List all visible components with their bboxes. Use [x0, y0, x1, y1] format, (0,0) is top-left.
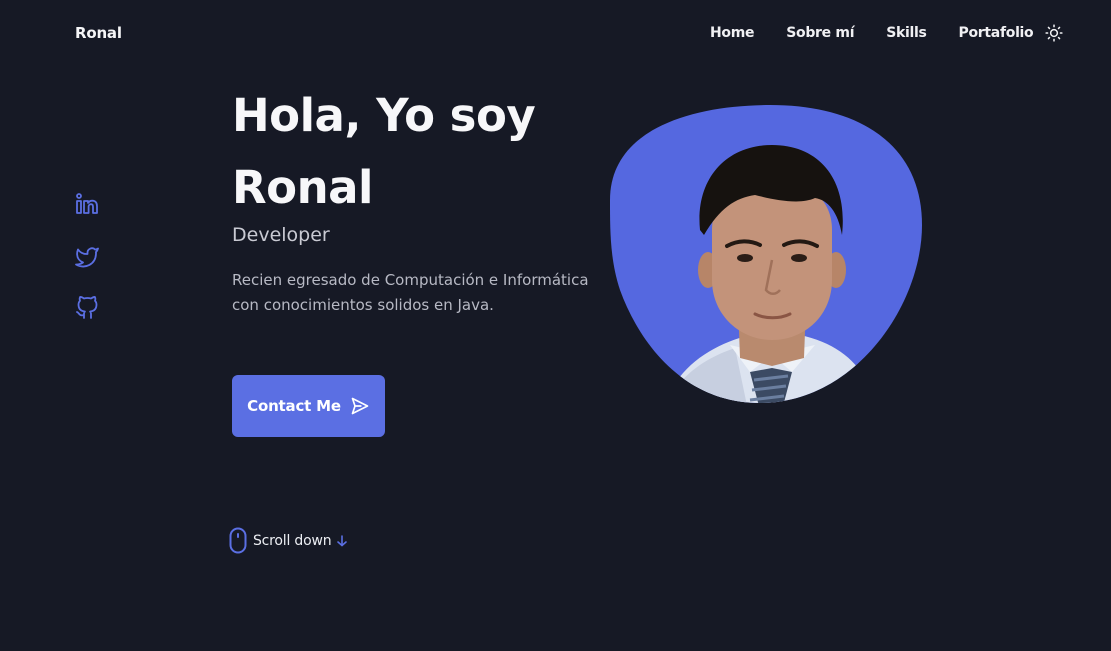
- nav-sobre-mi[interactable]: Sobre mí: [786, 25, 854, 41]
- github-link[interactable]: [75, 296, 99, 320]
- twitter-icon: [75, 247, 99, 268]
- hero-subtitle: Developer: [232, 224, 330, 246]
- site-logo[interactable]: Ronal: [75, 24, 122, 42]
- contact-me-button[interactable]: Contact Me: [232, 375, 385, 437]
- page: Ronal Home Sobre mí Skills Portafolio Ho…: [0, 0, 1111, 651]
- nav-home[interactable]: Home: [710, 25, 755, 41]
- hero-description: Recien egresado de Computación e Informá…: [232, 271, 589, 314]
- nav-portafolio[interactable]: Portafolio: [959, 25, 1034, 41]
- profile-photo: [610, 105, 922, 403]
- linkedin-link[interactable]: [75, 192, 99, 216]
- hero-title-line1: Hola, Yo soy: [232, 89, 536, 142]
- linkedin-icon: [76, 193, 98, 214]
- profile-image: [600, 100, 930, 410]
- mouse-icon: [229, 527, 247, 554]
- social-links: [75, 192, 101, 348]
- twitter-link[interactable]: [75, 244, 99, 268]
- github-icon: [76, 296, 98, 319]
- send-icon: [351, 397, 369, 415]
- main-nav: Home Sobre mí Skills Portafolio: [710, 24, 1064, 42]
- scroll-down-label: Scroll down: [253, 532, 332, 549]
- hero-title-line2: Ronal: [232, 161, 373, 214]
- nav-skills[interactable]: Skills: [886, 25, 927, 41]
- hero-title: Hola, Yo soy Ronal: [232, 80, 612, 224]
- arrow-down-icon: [337, 534, 348, 546]
- scroll-down-link[interactable]: Scroll down: [229, 527, 348, 554]
- contact-button-label: Contact Me: [247, 397, 341, 415]
- sun-icon[interactable]: [1045, 24, 1064, 42]
